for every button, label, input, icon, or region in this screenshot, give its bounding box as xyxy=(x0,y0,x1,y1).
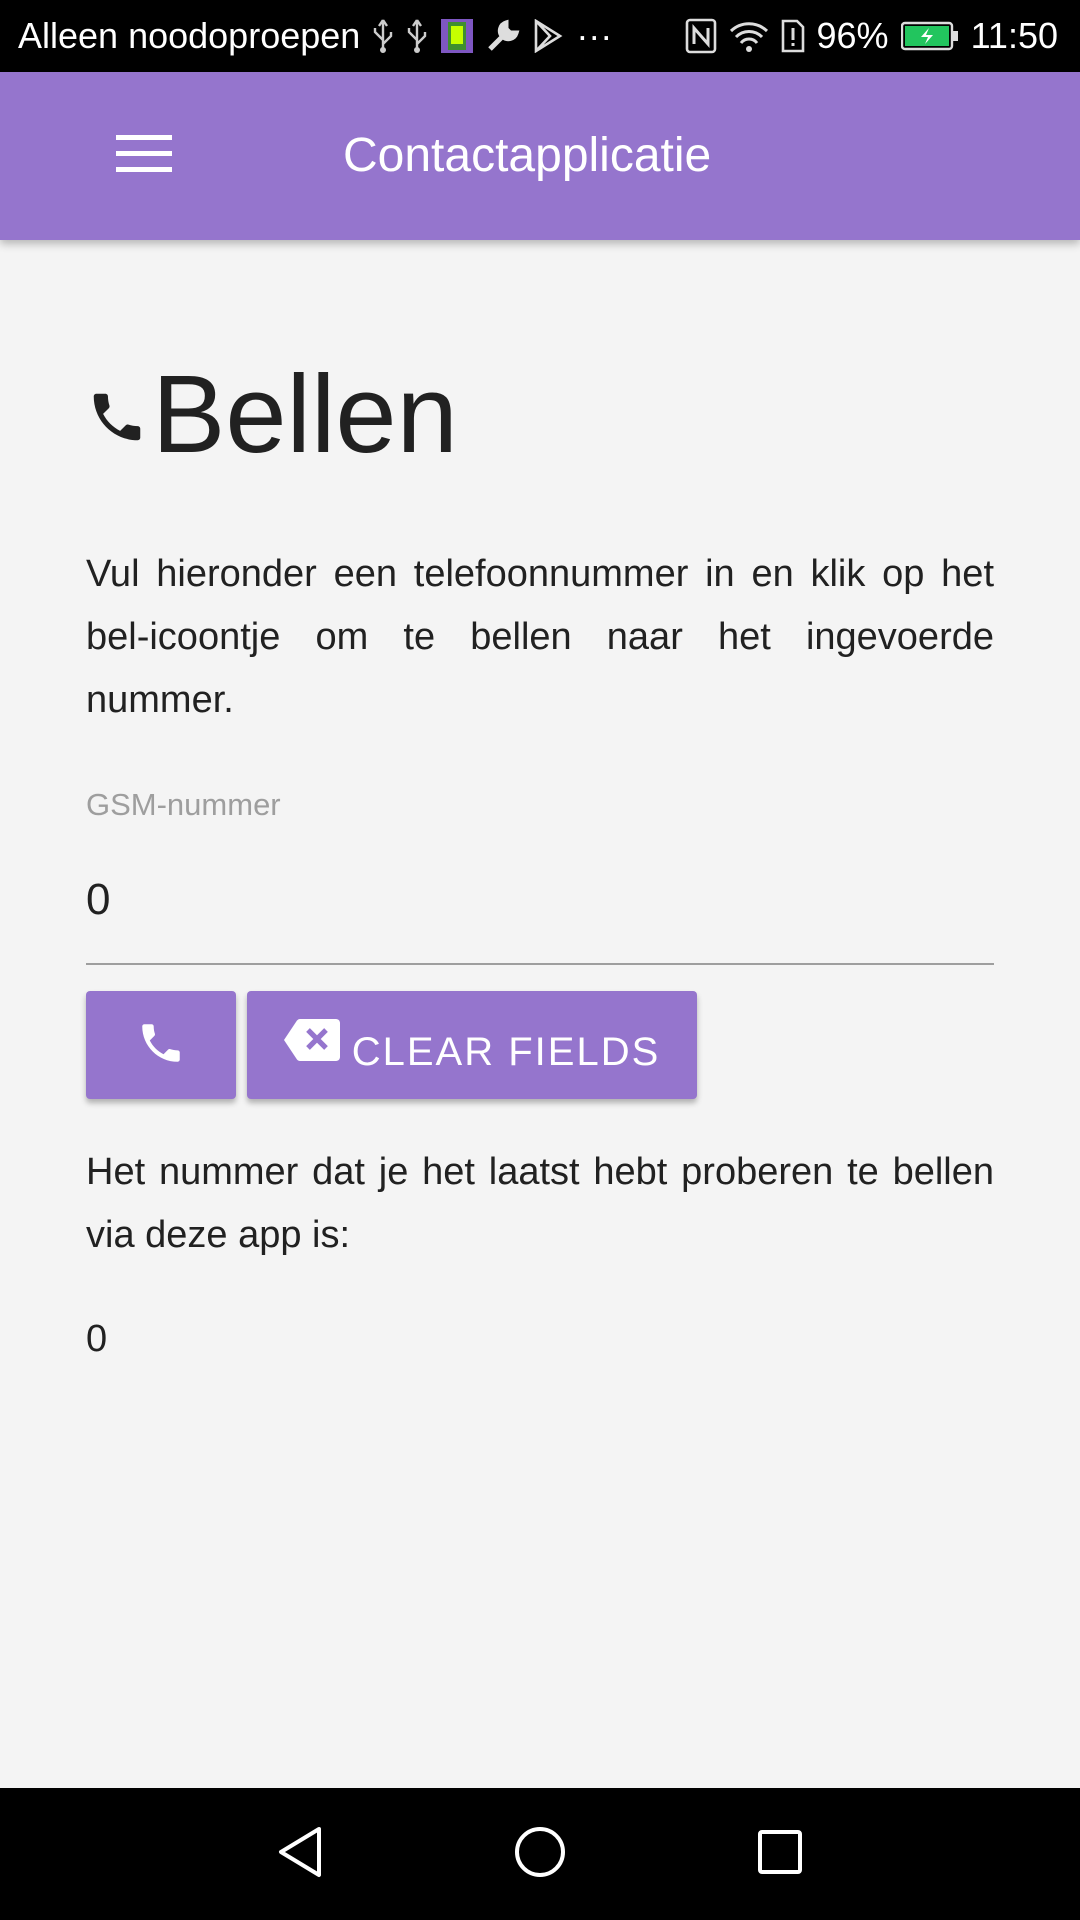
usb-icon xyxy=(372,18,394,54)
status-bar: Alleen noodoproepen ··· 96% 11:50 xyxy=(0,0,1080,72)
battery-charging-icon xyxy=(900,21,959,51)
recent-apps-square-icon xyxy=(756,1828,804,1881)
phone-field-underline xyxy=(86,963,994,965)
status-right: 96% 11:50 xyxy=(685,0,1058,72)
menu-button[interactable] xyxy=(104,122,184,190)
home-button[interactable] xyxy=(480,1788,600,1920)
carrier-text: Alleen noodoproepen xyxy=(18,15,361,56)
back-button[interactable] xyxy=(240,1788,360,1920)
hamburger-menu-icon xyxy=(116,134,172,179)
wrench-icon xyxy=(486,19,520,53)
wifi-icon xyxy=(729,19,769,53)
nfc-icon xyxy=(685,18,717,54)
usb-icon xyxy=(406,18,428,54)
backspace-icon xyxy=(283,1018,340,1066)
phone-number-input[interactable] xyxy=(86,870,994,930)
page-heading: Bellen xyxy=(86,350,458,480)
navigation-bar xyxy=(0,1788,1080,1920)
app-notification-icon xyxy=(440,18,474,54)
clear-fields-button[interactable]: CLEAR FIELDS xyxy=(247,991,697,1099)
intro-text: Vul hieronder een telefoonnummer in en k… xyxy=(86,553,994,721)
app-title: Contactapplicatie xyxy=(343,129,712,182)
status-left: Alleen noodoproepen ··· xyxy=(18,0,612,72)
last-number-value: 0 xyxy=(86,1318,108,1360)
play-store-icon xyxy=(532,19,564,53)
battery-percent: 96% xyxy=(816,15,889,56)
phone-icon xyxy=(136,1018,186,1073)
app-bar: Contactapplicatie xyxy=(0,72,1080,240)
clear-fields-label: CLEAR FIELDS xyxy=(351,1029,661,1074)
clock: 11:50 xyxy=(970,15,1058,56)
recent-apps-button[interactable] xyxy=(720,1788,840,1920)
home-circle-icon xyxy=(513,1825,567,1884)
call-button[interactable] xyxy=(86,991,236,1099)
phone-field-label: GSM-nummer xyxy=(86,787,281,822)
overflow-indicator: ··· xyxy=(576,15,613,56)
last-number-description: Het nummer dat je het laatst hebt prober… xyxy=(86,1151,994,1256)
phone-icon xyxy=(86,386,148,453)
sim-alert-icon xyxy=(781,19,805,53)
back-triangle-icon xyxy=(275,1825,325,1884)
page-title: Bellen xyxy=(152,353,458,476)
